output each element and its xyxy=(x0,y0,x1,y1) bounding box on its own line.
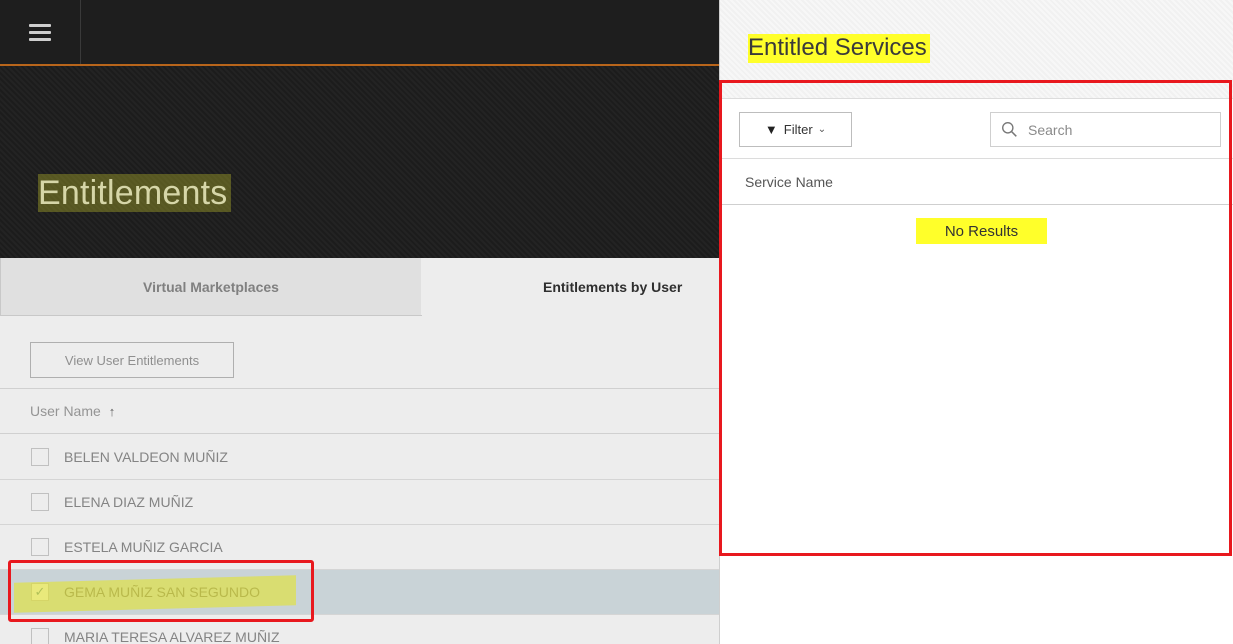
filter-button[interactable]: ▼ Filter ⌄ xyxy=(739,112,852,147)
search-icon xyxy=(1002,122,1017,137)
entitlements-app: Entitlements Virtual Marketplaces Entitl… xyxy=(0,0,720,644)
checkbox-icon[interactable] xyxy=(31,538,49,556)
chevron-down-icon: ⌄ xyxy=(817,124,827,135)
checkbox-icon[interactable] xyxy=(31,628,49,644)
table-row[interactable]: ESTELA MUÑIZ GARCIA xyxy=(0,525,720,570)
tab-virtual-marketplaces[interactable]: Virtual Marketplaces xyxy=(0,258,422,316)
funnel-icon: ▼ xyxy=(764,122,778,137)
checkbox-icon[interactable] xyxy=(31,493,49,511)
hamburger-bars xyxy=(29,20,51,45)
table-row[interactable]: BELEN VALDEON MUÑIZ xyxy=(0,435,720,480)
hamburger-menu-icon[interactable] xyxy=(0,0,81,64)
checkbox-icon[interactable] xyxy=(31,448,49,466)
table-row[interactable]: MARIA TERESA ALVAREZ MUÑIZ xyxy=(0,615,720,644)
panel-toolbar: ▼ Filter ⌄ xyxy=(720,98,1233,159)
user-name: ESTELA MUÑIZ GARCIA xyxy=(64,539,223,555)
view-user-entitlements-button[interactable]: View User Entitlements xyxy=(30,342,234,378)
user-name: ELENA DIAZ MUÑIZ xyxy=(64,494,194,510)
user-name: GEMA MUÑIZ SAN SEGUNDO xyxy=(64,584,261,600)
empty-state-message: No Results xyxy=(916,218,1047,244)
service-name-column-header[interactable]: Service Name xyxy=(720,159,1233,205)
tab-bar: Virtual Marketplaces Entitlements by Use… xyxy=(0,258,720,316)
user-name-header-label: User Name xyxy=(30,403,101,419)
search-box[interactable] xyxy=(990,112,1221,147)
panel-header: Entitled Services xyxy=(720,0,1233,99)
search-input[interactable] xyxy=(1026,120,1210,139)
tab-entitlements-by-user[interactable]: Entitlements by User xyxy=(421,258,720,315)
entitled-services-panel: Entitled Services ▼ Filter ⌄ Service Nam… xyxy=(719,0,1233,644)
table-row-selected[interactable]: ✓ GEMA MUÑIZ SAN SEGUNDO xyxy=(0,570,720,615)
panel-title-text: Entitled Services xyxy=(748,34,930,63)
filter-label: Filter xyxy=(783,122,813,137)
user-name: BELEN VALDEON MUÑIZ xyxy=(64,449,228,465)
page-title: Entitlements xyxy=(38,174,232,213)
user-name: MARIA TERESA ALVAREZ MUÑIZ xyxy=(64,629,280,644)
user-name-column-header[interactable]: User Name ↑ xyxy=(0,388,720,434)
page-header-banner: Entitlements xyxy=(0,66,720,258)
checkbox-checked-icon[interactable]: ✓ xyxy=(31,583,49,601)
top-navigation-bar xyxy=(0,0,720,66)
panel-title: Entitled Services xyxy=(748,34,930,63)
arrow-up-icon[interactable]: ↑ xyxy=(109,404,116,419)
table-row[interactable]: ELENA DIAZ MUÑIZ xyxy=(0,480,720,525)
page-title-text: Entitlements xyxy=(38,174,232,212)
